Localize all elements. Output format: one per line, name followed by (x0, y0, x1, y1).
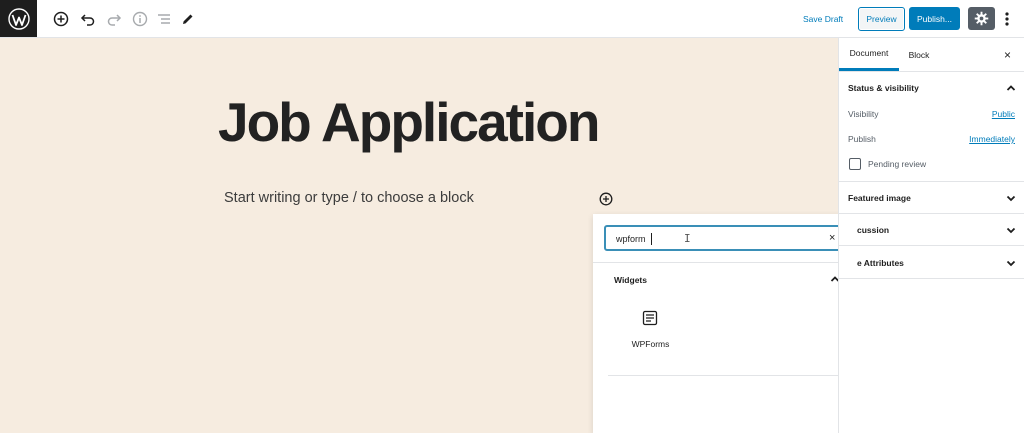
info-icon[interactable] (131, 10, 149, 28)
inline-add-block-icon[interactable] (599, 192, 613, 206)
add-block-icon[interactable] (52, 10, 70, 28)
block-item-wpforms[interactable]: WPForms (623, 308, 678, 353)
chevron-down-icon[interactable] (1005, 223, 1017, 235)
chevron-down-icon[interactable] (1005, 256, 1017, 268)
divider (608, 375, 848, 376)
preview-button[interactable]: Preview (858, 7, 905, 31)
redo-icon[interactable] (105, 10, 123, 28)
visibility-label: Visibility (848, 109, 879, 119)
publish-button[interactable]: Publish... (909, 7, 960, 30)
category-title[interactable]: Widgets (614, 275, 647, 285)
publish-label: Publish (848, 134, 876, 144)
settings-sidebar: Document Block × Status & visibility Vis… (838, 38, 1024, 433)
divider (593, 262, 860, 263)
divider (839, 278, 1024, 279)
wordpress-logo-icon[interactable] (0, 0, 37, 37)
edit-pencil-icon[interactable] (179, 10, 197, 28)
undo-icon[interactable] (79, 10, 97, 28)
top-toolbar: Save Draft Preview Publish... (0, 0, 1024, 38)
pending-review-checkbox[interactable] (849, 158, 861, 170)
wpforms-icon (642, 310, 658, 326)
tab-document[interactable]: Document (839, 38, 899, 71)
divider (839, 245, 1024, 246)
publish-date-link[interactable]: Immediately (969, 134, 1015, 144)
block-placeholder[interactable]: Start writing or type / to choose a bloc… (224, 190, 474, 206)
divider (839, 71, 1024, 72)
panel-page-attributes-title[interactable]: e Attributes (857, 258, 904, 268)
panel-status-visibility-title[interactable]: Status & visibility (848, 83, 919, 93)
block-item-label: WPForms (631, 339, 670, 349)
block-search-input[interactable]: wpform I × (604, 225, 849, 251)
block-inserter-popover: wpform I × Widgets WPForms (593, 214, 860, 433)
panel-featured-image-title[interactable]: Featured image (848, 193, 911, 203)
panel-discussion-title[interactable]: cussion (857, 225, 889, 235)
chevron-up-icon[interactable] (1005, 81, 1017, 93)
more-options-icon[interactable] (1000, 9, 1014, 29)
ibeam-cursor-icon: I (684, 232, 691, 245)
tab-block[interactable]: Block (899, 38, 939, 71)
save-draft-button[interactable]: Save Draft (803, 14, 843, 24)
chevron-down-icon[interactable] (1005, 191, 1017, 203)
post-title[interactable]: Job Application (218, 90, 600, 154)
divider (839, 213, 1024, 214)
divider (839, 181, 1024, 182)
close-sidebar-icon[interactable]: × (1004, 48, 1011, 62)
pending-review-label[interactable]: Pending review (868, 159, 926, 169)
block-navigation-icon[interactable] (155, 10, 173, 28)
visibility-link[interactable]: Public (992, 109, 1015, 119)
search-value: wpform (616, 234, 646, 244)
clear-search-icon[interactable]: × (829, 232, 835, 244)
text-caret (651, 233, 652, 245)
settings-gear-icon[interactable] (968, 7, 995, 30)
